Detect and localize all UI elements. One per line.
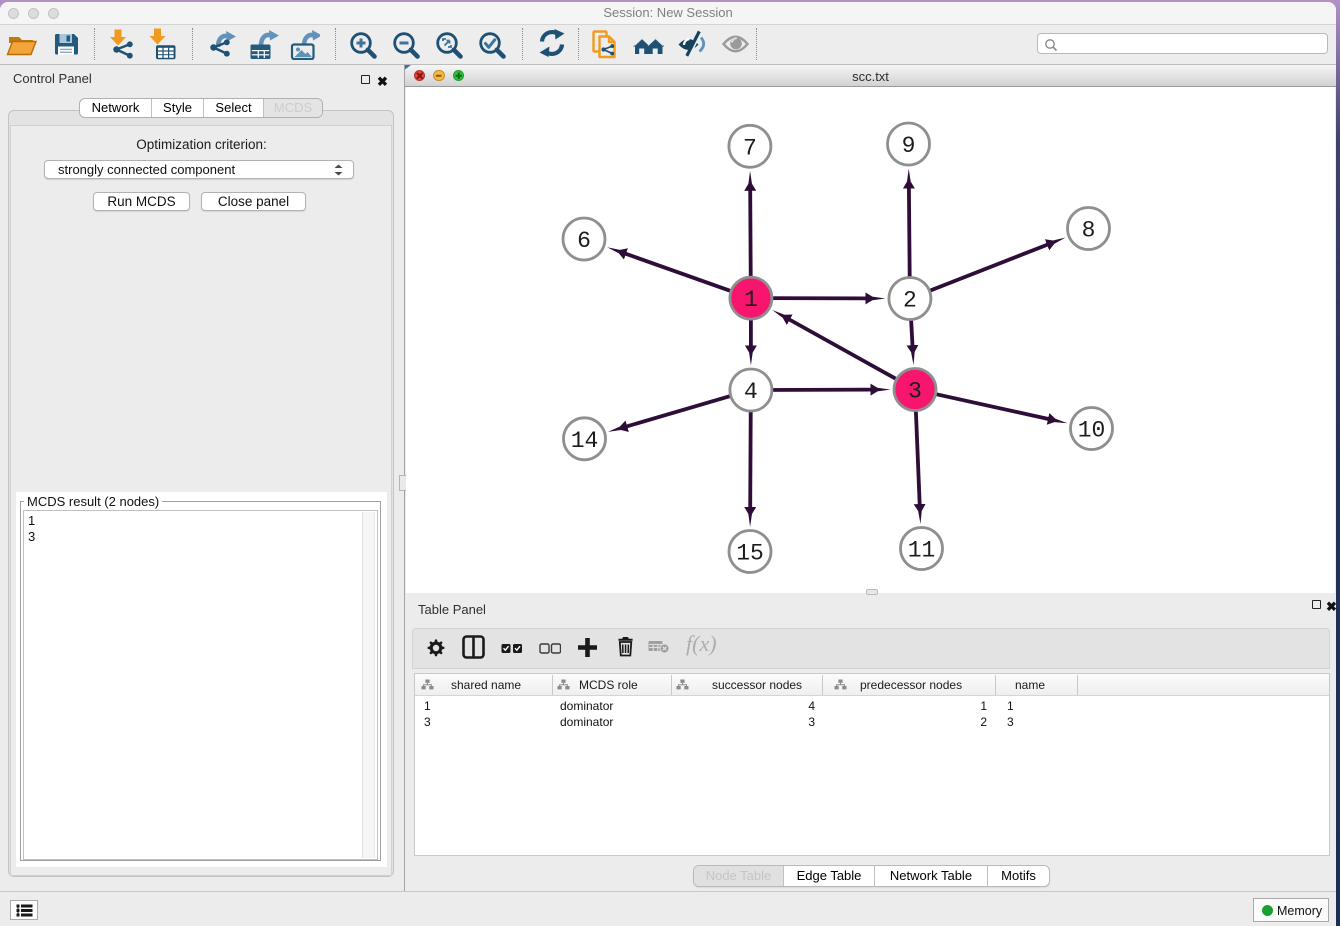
svg-text:9: 9 [902, 133, 916, 159]
svg-text:11: 11 [908, 538, 936, 564]
svg-text:3: 3 [908, 379, 922, 405]
svg-text:15: 15 [736, 541, 764, 567]
svg-text:2: 2 [903, 288, 917, 314]
svg-text:1: 1 [744, 287, 758, 313]
svg-text:10: 10 [1078, 418, 1106, 444]
svg-text:14: 14 [571, 428, 599, 454]
svg-text:8: 8 [1082, 218, 1096, 244]
svg-text:6: 6 [577, 228, 591, 254]
svg-text:7: 7 [743, 135, 757, 161]
svg-text:4: 4 [744, 379, 758, 405]
